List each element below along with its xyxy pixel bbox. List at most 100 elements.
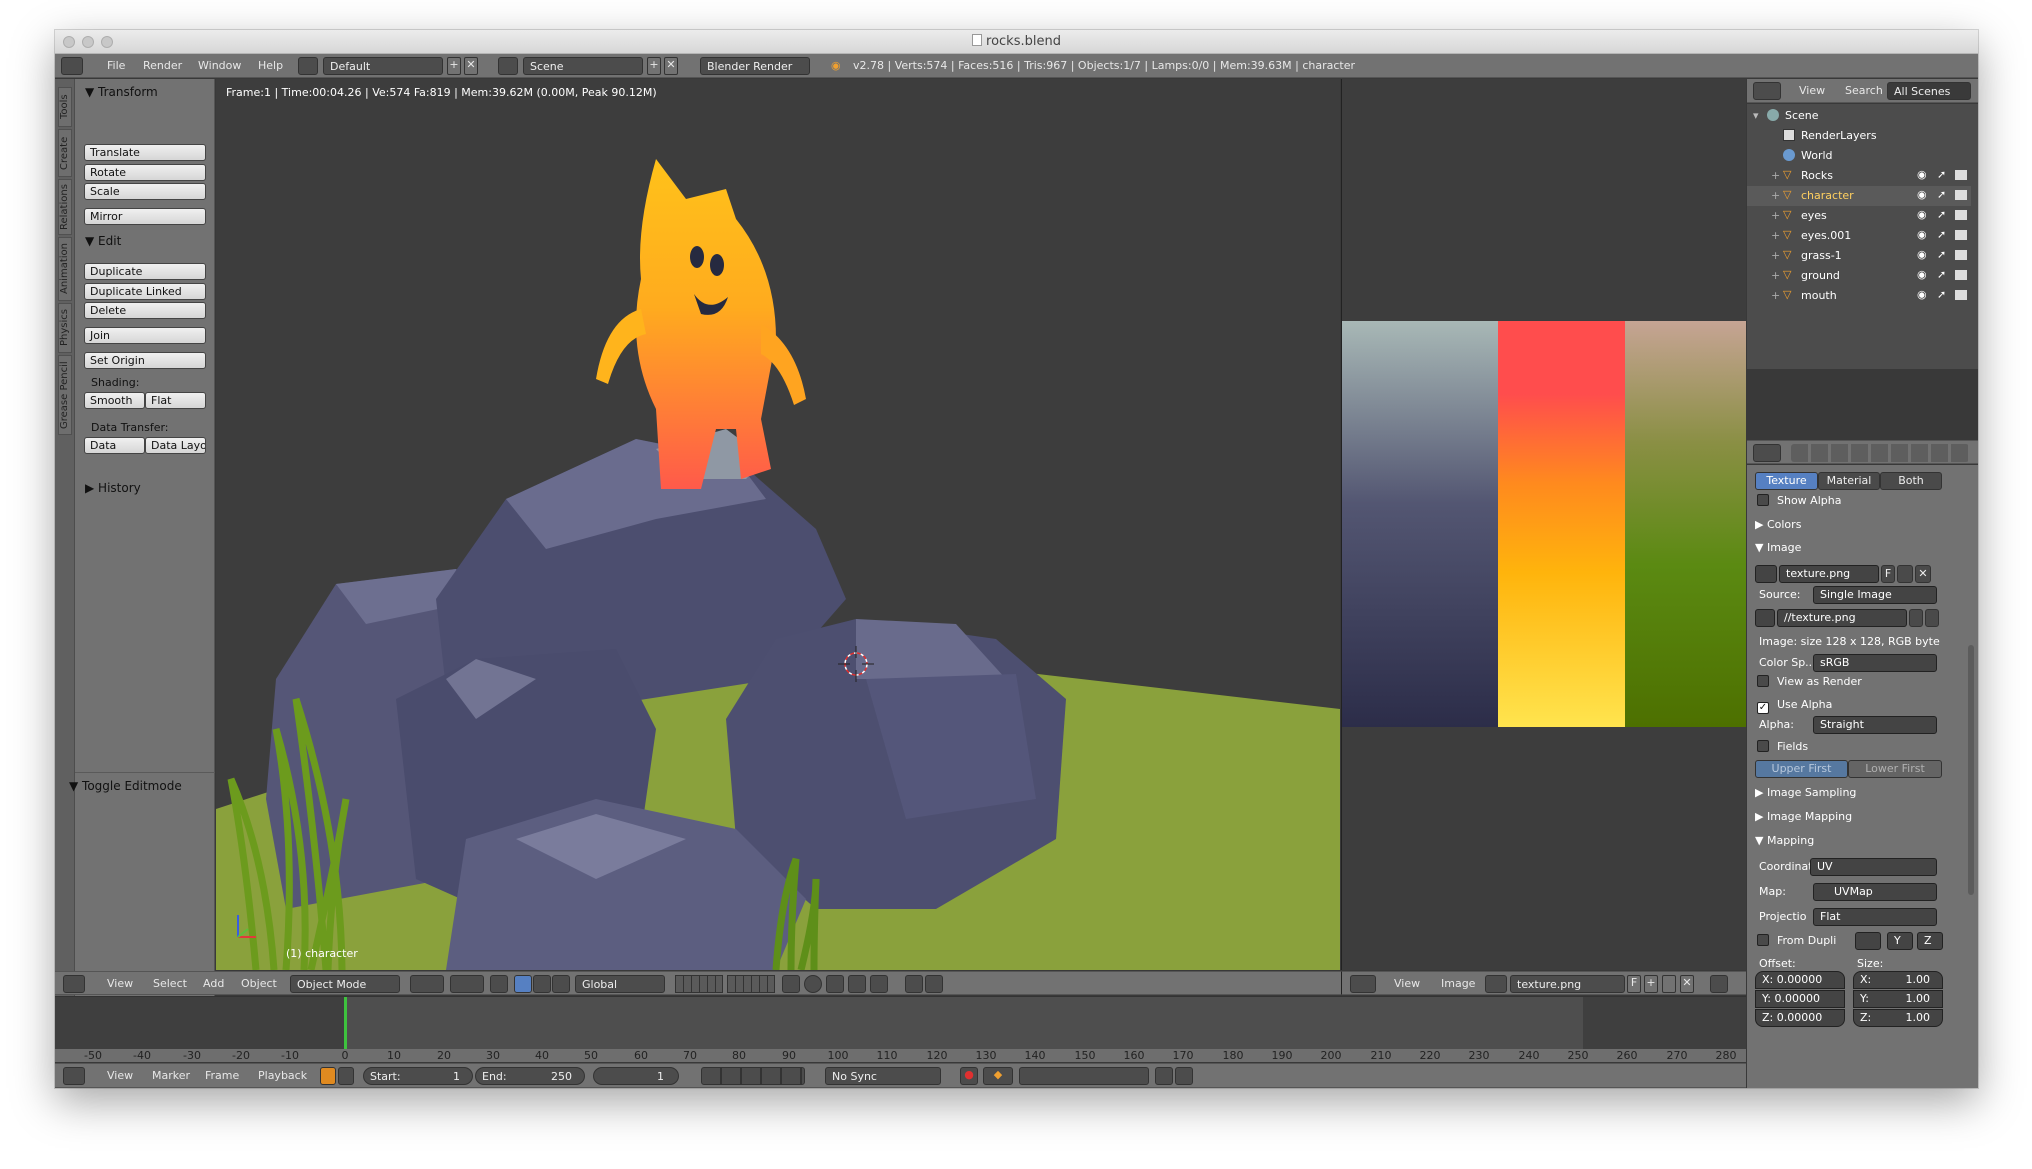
coordinates-dropdown[interactable]: UV xyxy=(1810,858,1937,876)
render-camera-icon[interactable] xyxy=(1955,290,1967,300)
image-menu-view[interactable]: View xyxy=(1394,975,1420,993)
editor-type-image-icon[interactable] xyxy=(1350,975,1376,993)
auto-keying-record-icon[interactable]: ● xyxy=(960,1067,978,1085)
texture-tab-texture[interactable]: Texture xyxy=(1755,472,1818,490)
timeline[interactable]: -50 -40 -30 -20 -10 0 10 20 30 40 50 60 … xyxy=(55,996,1746,1062)
tab-relations[interactable]: Relations xyxy=(58,179,72,235)
current-frame-indicator[interactable] xyxy=(344,997,347,1049)
visibility-eye-icon[interactable]: ◉ xyxy=(1917,168,1927,181)
visibility-eye-icon[interactable]: ◉ xyxy=(1917,228,1927,241)
lower-first-toggle[interactable]: Lower First xyxy=(1848,760,1942,778)
outliner-display-mode[interactable]: All Scenes xyxy=(1887,82,1971,100)
outliner-character-row[interactable]: + ▽ character ◉ ➚ xyxy=(1747,186,1971,206)
visibility-eye-icon[interactable]: ◉ xyxy=(1917,288,1927,301)
minimize-window-icon[interactable] xyxy=(82,36,94,48)
delete-screen-icon[interactable]: ✕ xyxy=(464,57,478,75)
mapping-z-dropdown[interactable]: Z xyxy=(1917,932,1943,950)
render-camera-icon[interactable] xyxy=(1955,230,1967,240)
image-menu-image[interactable]: Image xyxy=(1441,975,1475,993)
mapping-x-dropdown[interactable] xyxy=(1855,932,1881,950)
start-frame-field[interactable]: Start: 1 xyxy=(363,1067,473,1085)
smooth-button[interactable]: Smooth xyxy=(84,392,145,409)
scale-button[interactable]: Scale xyxy=(84,183,206,200)
outliner-eyes-row[interactable]: + ▽ eyes ◉ ➚ xyxy=(1747,206,1971,226)
size-x-field[interactable]: X: 1.00 xyxy=(1853,971,1943,989)
manipulator-toggle-icon[interactable] xyxy=(490,975,508,993)
rotate-manipulator-icon[interactable] xyxy=(533,975,551,993)
end-frame-field[interactable]: End: 250 xyxy=(475,1067,585,1085)
delete-keyframe-icon[interactable] xyxy=(1175,1067,1193,1085)
tab-create[interactable]: Create xyxy=(58,129,72,177)
render-camera-icon[interactable] xyxy=(1955,170,1967,180)
offset-z-field[interactable]: Z: 0.00000 xyxy=(1755,1009,1845,1027)
render-camera-icon[interactable] xyxy=(1955,270,1967,280)
upper-first-toggle[interactable]: Upper First xyxy=(1755,760,1848,778)
select-arrow-icon[interactable]: ➚ xyxy=(1937,228,1946,241)
duplicate-linked-button[interactable]: Duplicate Linked xyxy=(84,283,206,300)
editor-type-outliner-icon[interactable] xyxy=(1753,82,1781,100)
timeline-menu-playback[interactable]: Playback xyxy=(258,1067,307,1085)
size-y-field[interactable]: Y: 1.00 xyxy=(1853,990,1943,1008)
preview-range-icon[interactable] xyxy=(320,1067,336,1085)
screen-layout-icon[interactable] xyxy=(298,57,318,75)
image-mapping-panel-header[interactable]: ▶ Image Mapping xyxy=(1755,810,1852,823)
select-arrow-icon[interactable]: ➚ xyxy=(1937,268,1946,281)
add-scene-icon[interactable]: + xyxy=(647,57,661,75)
screen-layout-field[interactable]: Default xyxy=(323,57,443,75)
translate-button[interactable]: Translate xyxy=(84,144,206,161)
proportional-edit-icon[interactable] xyxy=(804,975,822,993)
alpha-mode-dropdown[interactable]: Straight xyxy=(1813,716,1937,734)
from-dupli-checkbox[interactable]: From Dupli xyxy=(1757,934,1836,947)
filepath-field[interactable]: //texture.png xyxy=(1777,609,1907,627)
browse-image-icon[interactable] xyxy=(1485,975,1507,993)
editor-type-properties-icon[interactable] xyxy=(1753,444,1781,462)
visibility-eye-icon[interactable]: ◉ xyxy=(1917,268,1927,281)
layers-lock-icon[interactable] xyxy=(782,975,800,993)
current-frame-field[interactable]: 1 xyxy=(593,1067,679,1085)
delete-button[interactable]: Delete xyxy=(84,302,206,319)
keying-set-icon[interactable]: ◆ xyxy=(983,1067,1013,1085)
data-transfer-data-button[interactable]: Data xyxy=(84,437,145,454)
colorspace-dropdown[interactable]: sRGB xyxy=(1813,654,1937,672)
translate-manipulator-icon[interactable] xyxy=(514,975,532,993)
outliner-menu-search[interactable]: Search xyxy=(1845,82,1883,100)
transform-orientation-dropdown[interactable]: Global xyxy=(575,975,665,993)
snap-target-icon[interactable] xyxy=(870,975,888,993)
filepath-browse-icon[interactable] xyxy=(1909,609,1923,627)
outliner-ground-row[interactable]: + ▽ ground ◉ ➚ xyxy=(1747,266,1971,286)
show-alpha-checkbox[interactable]: Show Alpha xyxy=(1757,494,1841,507)
editor-type-timeline-icon[interactable] xyxy=(63,1067,85,1085)
scene-layers-2[interactable] xyxy=(727,975,775,993)
fake-user-button[interactable]: F xyxy=(1627,975,1641,993)
render-engine-dropdown[interactable]: Blender Render xyxy=(700,57,810,75)
scene-icon[interactable] xyxy=(498,57,518,75)
texture-tab-material[interactable]: Material xyxy=(1818,472,1880,490)
pivot-point-icon[interactable] xyxy=(450,975,484,993)
outliner-menu-view[interactable]: View xyxy=(1799,82,1825,100)
timeline-menu-view[interactable]: View xyxy=(107,1067,133,1085)
image-editor[interactable] xyxy=(1341,79,1746,970)
outliner-eyes001-row[interactable]: + ▽ eyes.001 ◉ ➚ xyxy=(1747,226,1971,246)
size-z-field[interactable]: Z: 1.00 xyxy=(1853,1009,1943,1027)
menu-render[interactable]: Render xyxy=(143,57,182,75)
offset-x-field[interactable]: X: 0.00000 xyxy=(1755,971,1845,989)
render-camera-icon[interactable] xyxy=(1955,250,1967,260)
menu-file[interactable]: File xyxy=(107,57,125,75)
scale-manipulator-icon[interactable] xyxy=(552,975,570,993)
menu-object[interactable]: Object xyxy=(241,975,277,993)
outliner-mouth-row[interactable]: + ▽ mouth ◉ ➚ xyxy=(1747,286,1971,306)
image-browse-icon[interactable] xyxy=(1755,565,1777,583)
duplicate-button[interactable]: Duplicate xyxy=(84,263,206,280)
texture-image-name[interactable]: texture.png xyxy=(1779,565,1879,583)
edit-panel-header[interactable]: ▼ Edit xyxy=(85,234,121,248)
snap-element-icon[interactable] xyxy=(848,975,866,993)
mapping-y-dropdown[interactable]: Y xyxy=(1887,932,1913,950)
image-panel-header[interactable]: ▼ Image xyxy=(1755,541,1801,554)
texture-unlink-image-icon[interactable]: ✕ xyxy=(1915,565,1931,583)
close-window-icon[interactable] xyxy=(63,36,75,48)
select-arrow-icon[interactable]: ➚ xyxy=(1937,248,1946,261)
editor-type-3d-icon[interactable] xyxy=(63,975,85,993)
properties-context-tabs[interactable] xyxy=(1791,444,1969,462)
data-transfer-layout-button[interactable]: Data Layo xyxy=(145,437,206,454)
texture-open-image-icon[interactable] xyxy=(1897,565,1913,583)
